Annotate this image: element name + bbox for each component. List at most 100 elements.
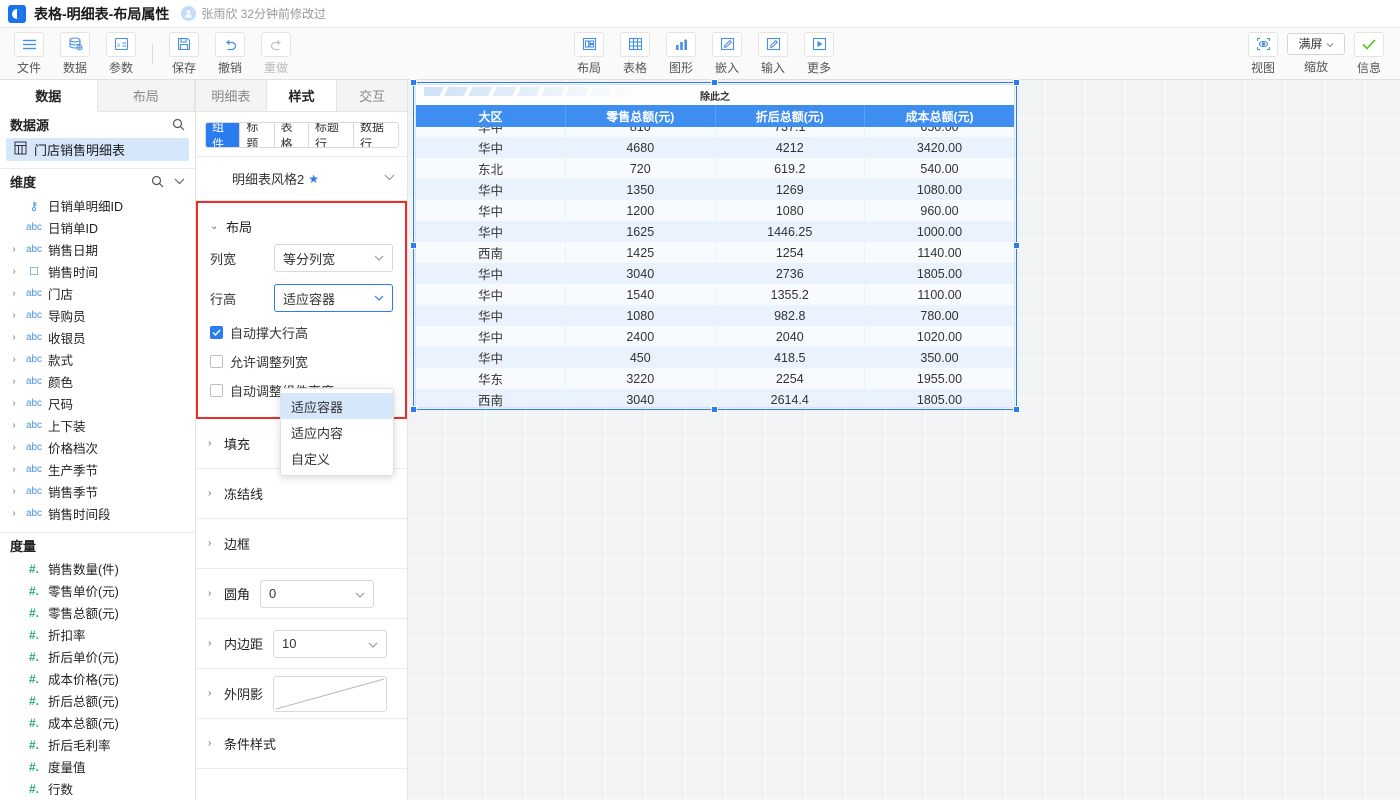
resize-handle-ne[interactable] [1013, 79, 1020, 86]
measure-field[interactable]: ›#.零售单价(元) [0, 580, 195, 602]
toolbar-save-button[interactable]: 保存 [161, 30, 207, 78]
toolbar-table-button[interactable]: 表格 [612, 30, 658, 78]
table-row[interactable]: 华中135012691080.00 [416, 179, 1014, 200]
dimension-field[interactable]: ›abc门店 [0, 283, 195, 305]
measure-field[interactable]: ›#.成本总额(元) [0, 712, 195, 734]
table-row[interactable]: 西南142512541140.00 [416, 242, 1014, 263]
toolbar-embed-button[interactable]: 嵌入 [704, 30, 750, 78]
resize-handle-n[interactable] [711, 79, 718, 86]
table-row[interactable]: 西南30402614.41805.00 [416, 389, 1014, 407]
dimension-field[interactable]: ›abc销售季节 [0, 481, 195, 503]
tab-style[interactable]: 样式 [267, 80, 338, 111]
dropdown-option-custom[interactable]: 自定义 [281, 445, 393, 471]
table-row[interactable]: 东北720619.2540.00 [416, 158, 1014, 179]
chevron-right-icon[interactable]: › [8, 508, 20, 519]
resize-handle-se[interactable] [1013, 406, 1020, 413]
dimension-field[interactable]: ›abc生产季节 [0, 459, 195, 481]
datasource-item-store-sales[interactable]: 门店销售明细表 [6, 138, 189, 162]
table-column-header[interactable]: 大区 [416, 105, 566, 127]
table-row[interactable]: 华中1080982.8780.00 [416, 305, 1014, 326]
toolbar-zoom-control[interactable]: 满屏 缩放 [1286, 31, 1346, 77]
accordion-fill-header[interactable]: ›填充 [208, 434, 250, 453]
measure-field[interactable]: ›#.折后单价(元) [0, 646, 195, 668]
design-canvas[interactable]: 除此之 大区零售总额(元)折后总额(元)成本总额(元) 华中810737.165… [408, 80, 1400, 800]
table-row[interactable]: 华中240020401020.00 [416, 326, 1014, 347]
dimension-field[interactable]: ›abc导购员 [0, 305, 195, 327]
toolbar-redo-button[interactable]: 重做 [253, 30, 299, 78]
resize-handle-w[interactable] [410, 242, 417, 249]
style-preset-row[interactable]: 明细表风格2 ★ [196, 157, 407, 201]
checkbox-auto-expand-row-height[interactable]: 自动撑大行高 [198, 318, 405, 347]
checkbox-allow-resize-column-row[interactable]: 允许调整列宽 [198, 347, 405, 376]
row-height-dropdown-menu[interactable]: 适应容器 适应内容 自定义 [280, 388, 394, 476]
checkbox-icon[interactable] [210, 326, 223, 339]
accordion-border-header[interactable]: ›边框 [208, 534, 250, 553]
measure-field[interactable]: ›#.成本价格(元) [0, 668, 195, 690]
accordion-corner-radius-header[interactable]: ›圆角 [208, 584, 250, 603]
chevron-right-icon[interactable]: › [8, 376, 20, 387]
measure-field[interactable]: ›#.行数 [0, 778, 195, 800]
search-icon[interactable] [151, 175, 164, 188]
toolbar-view-button[interactable]: 视图 [1240, 30, 1286, 78]
chevron-right-icon[interactable]: › [8, 244, 20, 255]
tab-detail-table[interactable]: 明细表 [196, 80, 267, 111]
outer-shadow-preview[interactable] [273, 676, 387, 712]
dimension-field[interactable]: ›abc上下装 [0, 415, 195, 437]
table-column-header[interactable]: 折后总额(元) [715, 105, 865, 127]
accordion-outer-shadow-header[interactable]: ›外阴影 [208, 684, 263, 703]
measure-field[interactable]: ›#.折后总额(元) [0, 690, 195, 712]
dimension-field[interactable]: ›abc收银员 [0, 327, 195, 349]
toolbar-layout-button[interactable]: 布局 [566, 30, 612, 78]
checkbox-icon[interactable] [210, 355, 223, 368]
accordion-conditional-style-header[interactable]: ›条件样式 [208, 734, 276, 753]
resize-handle-e[interactable] [1013, 242, 1020, 249]
chevron-right-icon[interactable]: › [8, 266, 20, 277]
segment-table[interactable]: 表格 [275, 123, 309, 147]
toolbar-data-button[interactable]: 数据 [52, 30, 98, 78]
table-row[interactable]: 华中12001080960.00 [416, 200, 1014, 221]
accordion-border[interactable]: ›边框 [196, 519, 407, 569]
segment-data-row[interactable]: 数据行 [354, 123, 398, 147]
segment-title[interactable]: 标题 [240, 123, 274, 147]
resize-handle-nw[interactable] [410, 79, 417, 86]
toolbar-info-button[interactable]: 信息 [1346, 30, 1392, 78]
measure-field[interactable]: ›#.折扣率 [0, 624, 195, 646]
toolbar-more-button[interactable]: 更多 [796, 30, 842, 78]
padding-select[interactable]: 10 [273, 630, 387, 658]
chevron-right-icon[interactable]: › [8, 442, 20, 453]
segment-component[interactable]: 组件 [206, 123, 240, 147]
table-row[interactable]: 华东322022541955.00 [416, 368, 1014, 389]
table-column-header[interactable]: 零售总额(元) [566, 105, 716, 127]
table-row[interactable]: 华中304027361805.00 [416, 263, 1014, 284]
row-height-select[interactable]: 适应容器 [274, 284, 393, 312]
dropdown-option-fit-container[interactable]: 适应容器 [281, 393, 393, 419]
measure-field[interactable]: ›#.零售总额(元) [0, 602, 195, 624]
table-row[interactable]: 华中16251446.251000.00 [416, 221, 1014, 242]
table-row[interactable]: 华中450418.5350.00 [416, 347, 1014, 368]
chevron-right-icon[interactable]: › [8, 310, 20, 321]
chevron-down-icon[interactable] [174, 178, 185, 185]
dimension-field[interactable]: ›⚷日销单明细ID [0, 195, 195, 217]
table-row[interactable]: 华中15401355.21100.00 [416, 284, 1014, 305]
table-scroll-area[interactable]: 大区零售总额(元)折后总额(元)成本总额(元) 华中810737.1650.00… [416, 105, 1014, 407]
chevron-right-icon[interactable]: › [8, 464, 20, 475]
accordion-freeze-line-header[interactable]: ›冻结线 [208, 484, 263, 503]
accordion-padding-header[interactable]: ›内边距 [208, 634, 263, 653]
toolbar-undo-button[interactable]: 撤销 [207, 30, 253, 78]
dimension-field[interactable]: ›☐销售时间 [0, 261, 195, 283]
layout-group-header[interactable]: ⌄ 布局 [198, 211, 405, 238]
column-width-select[interactable]: 等分列宽 [274, 244, 393, 272]
chevron-right-icon[interactable]: › [8, 354, 20, 365]
table-row[interactable]: 华中468042123420.00 [416, 137, 1014, 158]
measure-field[interactable]: ›#.度量值 [0, 756, 195, 778]
accordion-corner-radius[interactable]: ›圆角 0 [196, 569, 407, 619]
toolbar-param-button[interactable]: x 参数 [98, 30, 144, 78]
corner-radius-select[interactable]: 0 [260, 580, 374, 608]
chevron-right-icon[interactable]: › [8, 332, 20, 343]
accordion-outer-shadow[interactable]: ›外阴影 [196, 669, 407, 719]
table-column-header[interactable]: 成本总额(元) [865, 105, 1015, 127]
resize-handle-sw[interactable] [410, 406, 417, 413]
dimension-field[interactable]: ›abc销售时间段 [0, 503, 195, 525]
measure-field[interactable]: ›#.销售数量(件) [0, 558, 195, 580]
toolbar-input-button[interactable]: 输入 [750, 30, 796, 78]
